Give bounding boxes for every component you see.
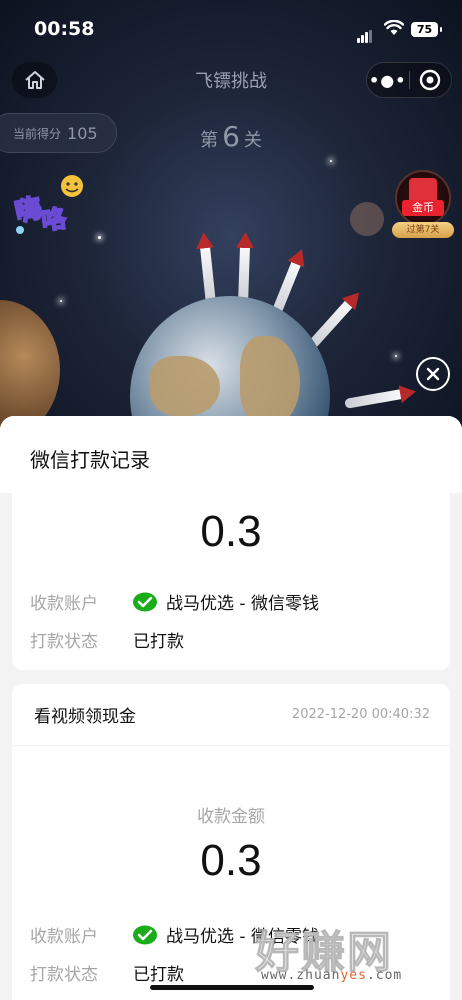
target-icon[interactable] xyxy=(409,69,451,91)
status-time: 00:58 xyxy=(34,18,95,40)
wechat-pay-icon xyxy=(133,925,157,944)
wifi-icon xyxy=(383,19,405,40)
signal-icon xyxy=(357,24,373,43)
dart xyxy=(344,387,409,409)
wechat-pay-icon xyxy=(133,592,157,611)
payment-amount: 0.3 xyxy=(200,507,262,556)
level-number: 6 xyxy=(222,120,240,153)
watermark: 好赚网 www.zhuanyes.com xyxy=(255,927,403,984)
dart xyxy=(238,239,251,305)
status-value: 已打款 xyxy=(133,632,184,652)
star xyxy=(98,236,101,239)
payment-amount: 0.3 xyxy=(200,836,262,885)
star xyxy=(60,300,62,302)
status-row: 打款状态 已打款 xyxy=(30,960,184,985)
record-timestamp: 2022-12-20 00:40:32 xyxy=(291,707,430,722)
redpack-label: 金币 xyxy=(402,200,444,216)
status-bar: 00:58 75 xyxy=(0,14,462,48)
more-dots-icon[interactable]: •●• xyxy=(367,71,409,90)
level-indicator: 第6关 xyxy=(200,120,262,153)
home-indicator[interactable] xyxy=(150,985,314,990)
battery-icon: 75 xyxy=(411,22,442,37)
status-value: 已打款 xyxy=(133,965,184,985)
account-row: 收款账户 战马优选 - 微信零钱 xyxy=(30,589,319,614)
payment-records-sheet: 微信打款记录 0.3 收款账户 战马优选 - 微信零钱 打款状态 已打款 看视频… xyxy=(0,416,462,1000)
svg-text:咯: 咯 xyxy=(40,204,69,235)
fun-sticker-icon: 嗨 咯 xyxy=(12,175,83,236)
sheet-title: 微信打款记录 xyxy=(0,416,462,493)
redpack-tag: 过第7关 xyxy=(392,222,454,238)
earth-target[interactable] xyxy=(130,296,330,430)
red-packet-button[interactable]: 金币 过第7关 xyxy=(392,170,454,240)
record-title: 看视频领现金 xyxy=(34,707,136,727)
star xyxy=(395,355,397,357)
close-icon xyxy=(426,367,440,381)
planet xyxy=(0,300,60,430)
dart xyxy=(199,239,216,305)
mini-program-capsule[interactable]: •●• xyxy=(366,62,452,98)
account-value: 战马优选 - 微信零钱 xyxy=(166,594,319,614)
dart xyxy=(307,295,358,350)
amount-label: 收款金额 xyxy=(197,807,265,827)
bubble xyxy=(350,202,384,236)
payment-record-card: 0.3 收款账户 战马优选 - 微信零钱 打款状态 已打款 xyxy=(12,493,450,670)
close-button[interactable] xyxy=(416,357,450,391)
status-row: 打款状态 已打款 xyxy=(30,627,184,652)
star xyxy=(330,160,332,162)
